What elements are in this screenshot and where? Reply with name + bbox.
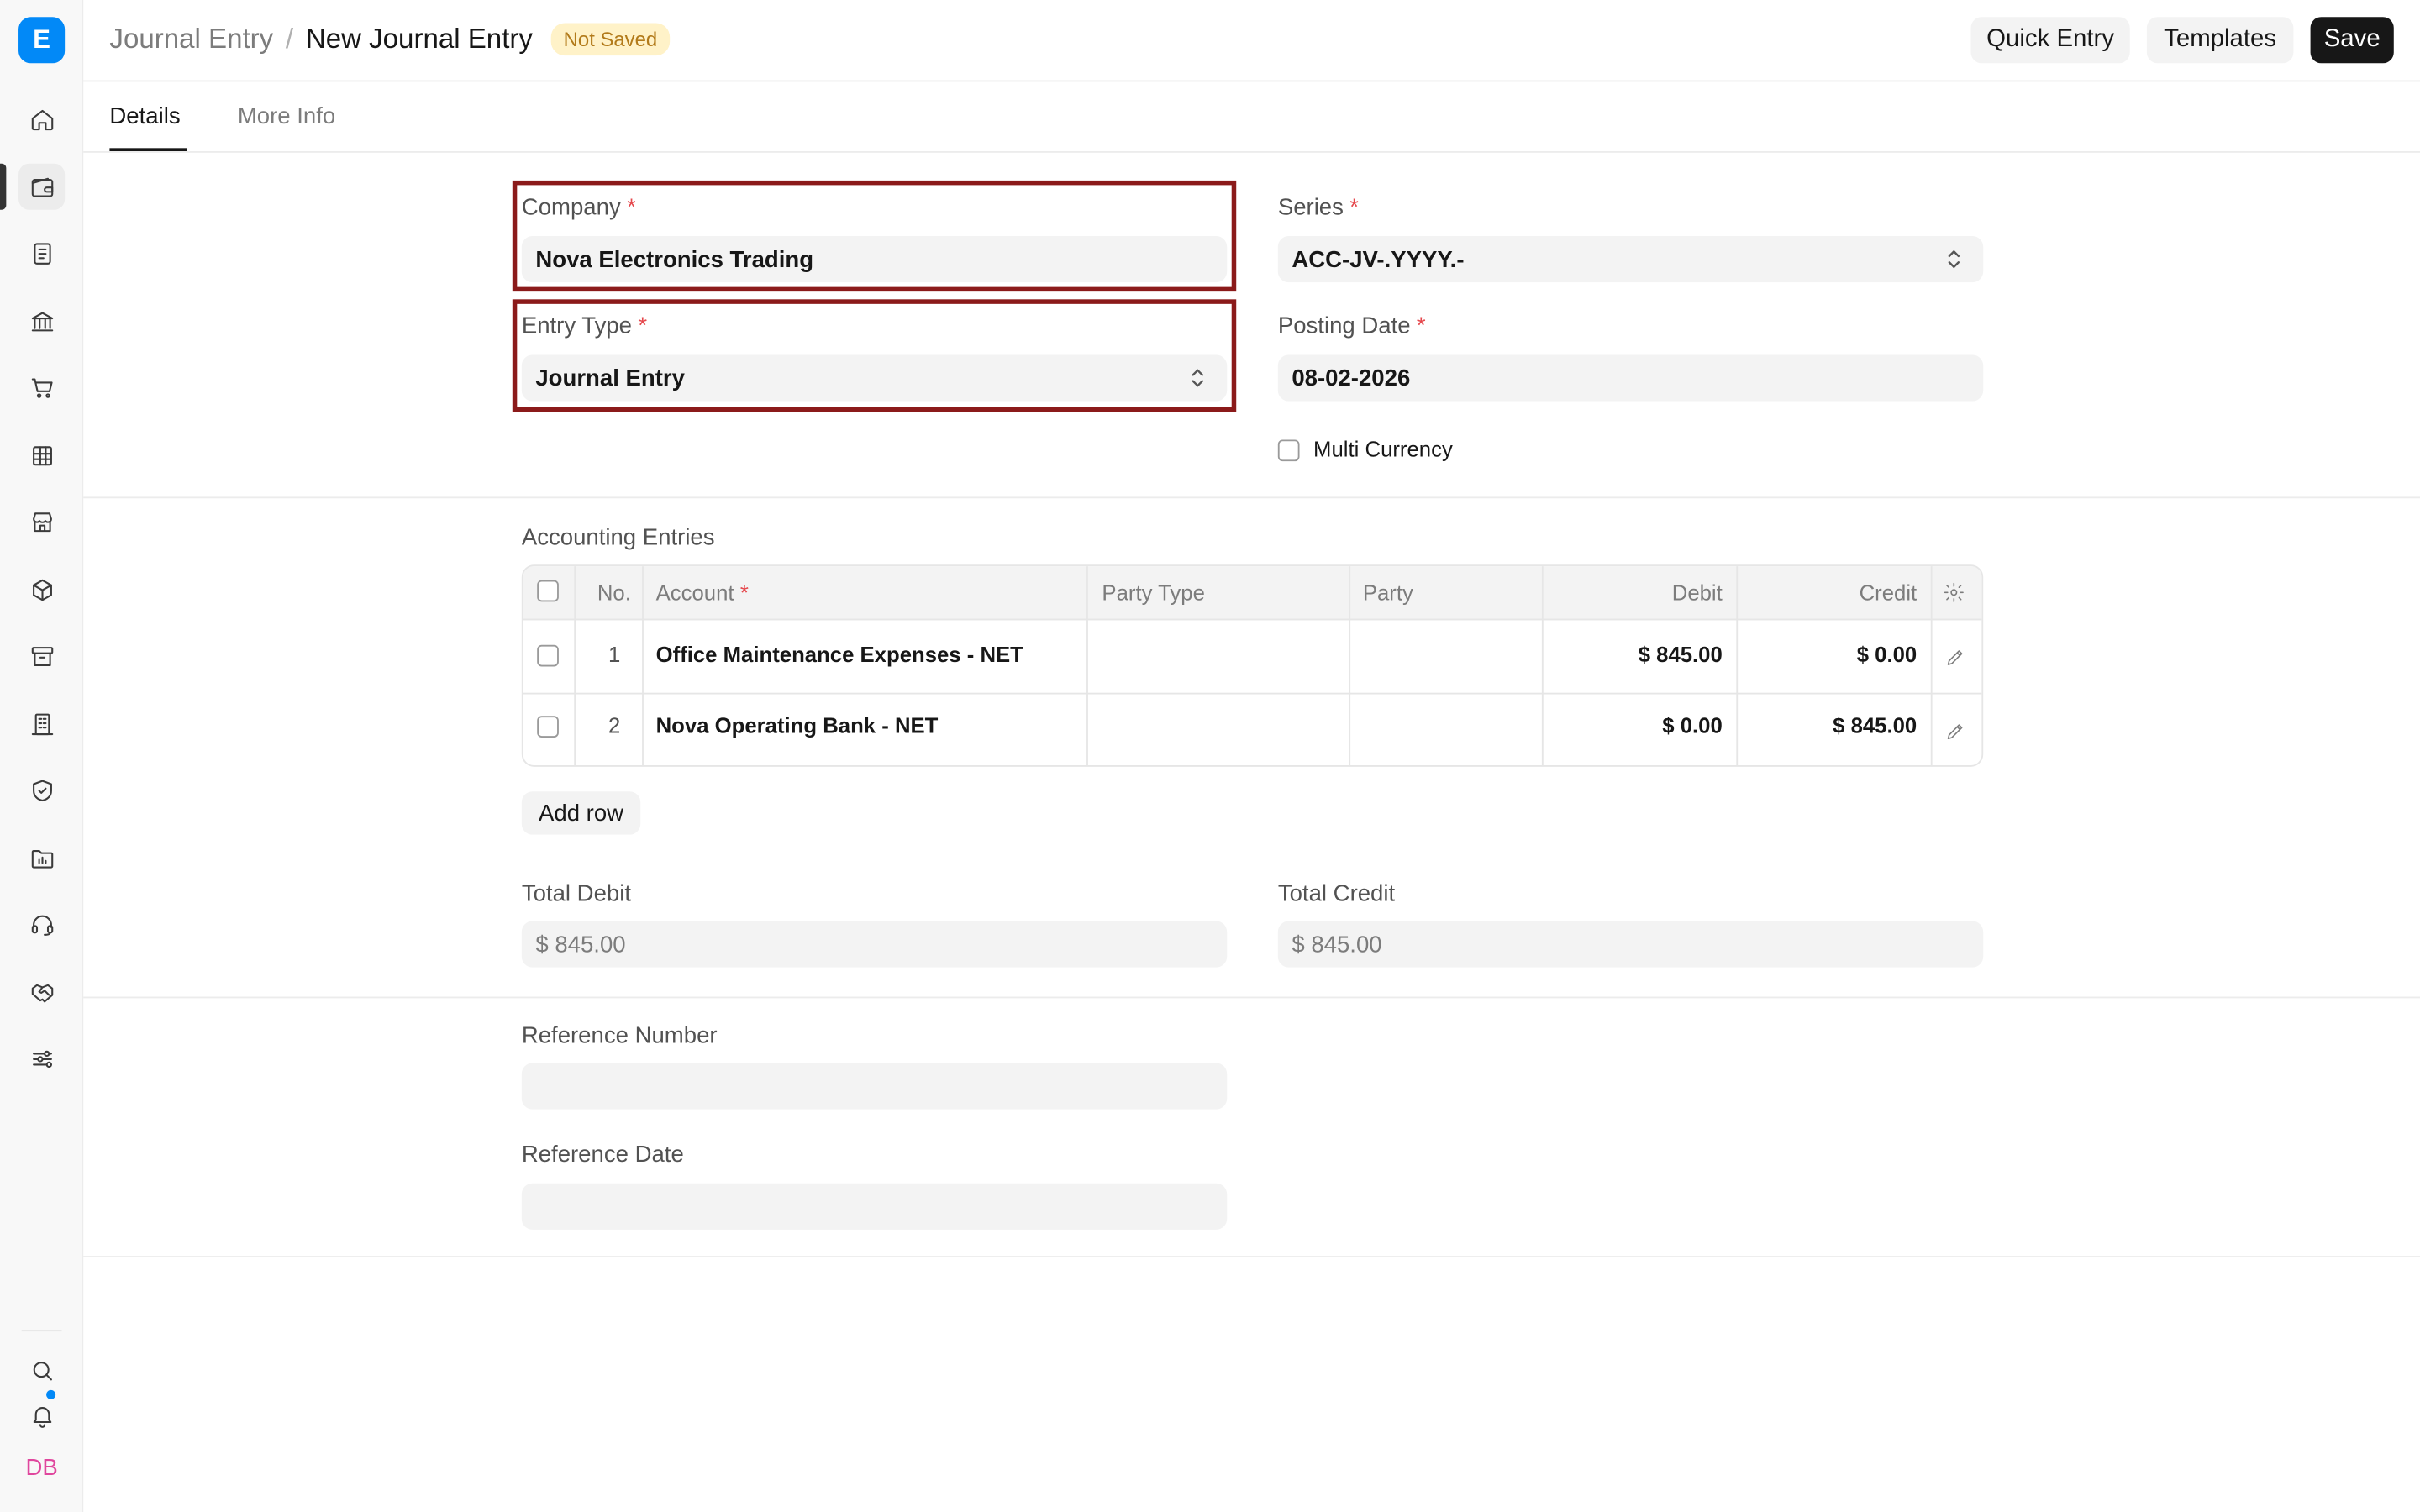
tab-bar: Details More Info	[83, 81, 2420, 153]
sliders-icon[interactable]	[18, 1035, 65, 1081]
column-header-party-type: Party Type	[1102, 580, 1205, 606]
sidebar-divider	[21, 1330, 62, 1332]
page-title: New Journal Entry	[305, 23, 533, 55]
total-credit-field: $ 845.00	[1277, 921, 1984, 968]
multi-currency-checkbox[interactable]	[1277, 439, 1300, 462]
multi-currency-label: Multi Currency	[1313, 436, 1453, 462]
column-divider	[1736, 566, 1739, 766]
row-number: 2	[608, 712, 621, 738]
section-divider	[83, 496, 2420, 499]
row-account[interactable]: Office Maintenance Expenses - NET	[656, 642, 1023, 666]
templates-button[interactable]: Templates	[2146, 17, 2294, 64]
chevron-up-down-icon	[1192, 369, 1204, 387]
entry-type-select[interactable]: Journal Entry	[521, 354, 1228, 402]
quick-entry-button[interactable]: Quick Entry	[1970, 17, 2130, 64]
table-row[interactable]: 2 Nova Operating Bank - NET $ 0.00 $ 845…	[523, 695, 1982, 765]
total-credit-label: Total Credit	[1277, 880, 1396, 908]
row-credit[interactable]: $ 845.00	[1738, 713, 1917, 738]
home-icon[interactable]	[18, 96, 65, 142]
page-header: Journal Entry / New Journal Entry Not Sa…	[83, 0, 2420, 82]
box-icon[interactable]	[18, 566, 65, 612]
bank-icon[interactable]	[18, 297, 65, 344]
table-row[interactable]: 1 Office Maintenance Expenses - NET $ 84…	[523, 620, 1982, 695]
chevron-up-down-icon	[1948, 250, 1960, 268]
reference-date-label: Reference Date	[521, 1142, 684, 1168]
company-label: Company *	[521, 194, 636, 221]
column-divider	[574, 566, 576, 766]
wallet-icon[interactable]	[18, 163, 66, 210]
folder-chart-icon[interactable]	[18, 835, 65, 881]
total-debit-label: Total Debit	[521, 880, 631, 908]
column-divider	[1930, 566, 1933, 766]
reference-number-label: Reference Number	[521, 1022, 718, 1049]
avatar[interactable]: DB	[18, 1446, 65, 1492]
series-value: ACC-JV-.YYYY.-	[1292, 245, 1465, 273]
table-header: No. Account * Party Type Party Debit Cred…	[523, 566, 1982, 621]
breadcrumb-separator: /	[285, 23, 294, 55]
notification-dot	[45, 1389, 57, 1401]
select-all-checkbox[interactable]	[537, 580, 559, 602]
shield-icon[interactable]	[18, 767, 65, 813]
breadcrumb: Journal Entry / New Journal Entry Not Sa…	[109, 23, 670, 56]
handshake-icon[interactable]	[18, 969, 65, 1015]
edit-row-pencil-icon[interactable]	[1944, 647, 1966, 669]
sidebar-active-indicator	[0, 163, 7, 210]
row-credit[interactable]: $ 0.00	[1738, 642, 1918, 666]
save-button[interactable]: Save	[2310, 17, 2394, 64]
row-account[interactable]: Nova Operating Bank - NET	[656, 713, 939, 738]
tab-details[interactable]: Details	[109, 103, 180, 129]
column-header-account: Account *	[655, 580, 749, 606]
status-badge: Not Saved	[550, 23, 670, 56]
active-tab-indicator	[109, 148, 187, 152]
table-icon[interactable]	[18, 432, 65, 478]
reference-number-field[interactable]	[521, 1063, 1228, 1110]
posting-date-field[interactable]: 08-02-2026	[1277, 354, 1984, 402]
row-debit[interactable]: $ 0.00	[1544, 713, 1723, 738]
edit-row-pencil-icon[interactable]	[1944, 721, 1966, 743]
row-checkbox[interactable]	[537, 644, 559, 667]
add-row-button[interactable]: Add row	[521, 791, 641, 835]
cart-icon[interactable]	[18, 364, 65, 410]
column-divider	[1086, 566, 1088, 766]
accounting-entries-table: No. Account * Party Type Party Debit Cred…	[521, 564, 1984, 767]
column-divider	[1541, 566, 1544, 766]
total-debit-field: $ 845.00	[521, 921, 1228, 968]
accounting-entries-label: Accounting Entries	[521, 524, 715, 551]
entry-type-label: Entry Type *	[521, 312, 648, 340]
breadcrumb-parent[interactable]: Journal Entry	[109, 24, 273, 56]
tab-more-info[interactable]: More Info	[238, 103, 335, 129]
row-checkbox[interactable]	[537, 716, 559, 738]
column-header-party: Party	[1362, 580, 1413, 606]
series-select[interactable]: ACC-JV-.YYYY.-	[1277, 236, 1984, 283]
entry-type-value: Journal Entry	[535, 365, 685, 391]
column-header-no: No.	[597, 580, 631, 606]
archive-icon[interactable]	[18, 633, 65, 679]
bell-icon[interactable]	[18, 1389, 65, 1438]
document-icon[interactable]	[18, 230, 65, 276]
column-divider	[642, 566, 644, 766]
search-icon[interactable]	[18, 1347, 65, 1393]
sidebar: E DB	[0, 0, 84, 1512]
row-number: 1	[608, 642, 621, 667]
row-debit[interactable]: $ 845.00	[1544, 642, 1723, 666]
reference-date-field[interactable]	[521, 1183, 1228, 1230]
store-icon[interactable]	[18, 498, 65, 544]
gear-icon[interactable]	[1943, 581, 1965, 611]
column-header-credit: Credit	[1859, 580, 1918, 606]
company-field[interactable]: Nova Electronics Trading	[521, 236, 1228, 283]
building-icon[interactable]	[18, 701, 65, 747]
section-divider	[83, 996, 2420, 999]
posting-date-label: Posting Date *	[1277, 312, 1426, 340]
section-divider	[83, 1256, 2420, 1257]
series-label: Series *	[1277, 194, 1360, 221]
column-divider	[1349, 566, 1351, 766]
headset-icon[interactable]	[18, 901, 65, 948]
column-header-debit: Debit	[1671, 580, 1723, 606]
app-logo[interactable]: E	[18, 17, 66, 64]
